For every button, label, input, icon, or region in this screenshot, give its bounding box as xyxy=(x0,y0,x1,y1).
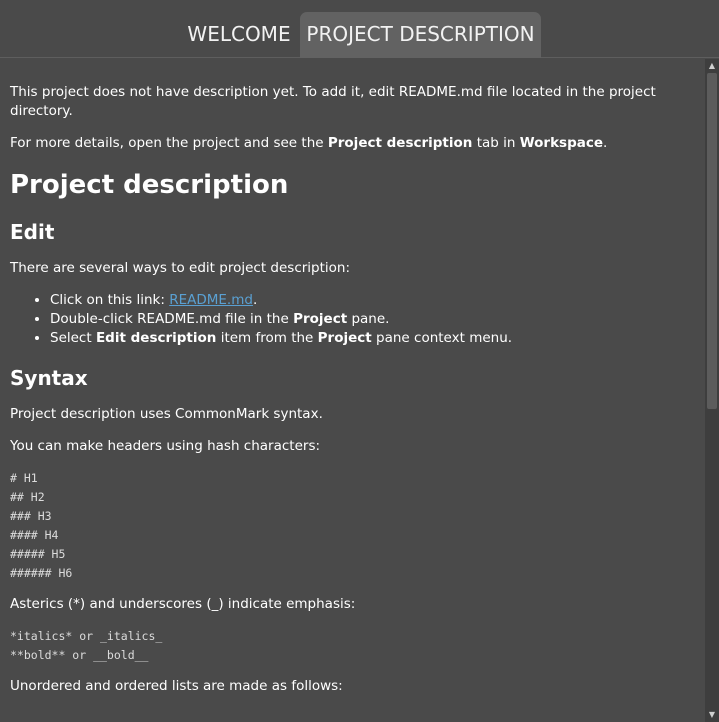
details-text: For more details, open the project and s… xyxy=(10,135,328,151)
scroll-up-icon[interactable]: ▲ xyxy=(705,59,719,73)
list-item-text: pane. xyxy=(347,311,390,327)
edit-heading: Edit xyxy=(10,220,55,244)
emphasis-paragraph: Asterics (*) and underscores (_) indicat… xyxy=(10,596,356,612)
details-bold-workspace: Workspace xyxy=(519,135,604,151)
list-item: Click on this link: README.md. xyxy=(50,291,695,310)
edit-intro: There are several ways to edit project d… xyxy=(10,260,351,276)
tab-welcome[interactable]: WELCOME xyxy=(180,12,298,58)
emphasis-code-block: *italics* or _italics_ **bold** or __bol… xyxy=(10,629,163,662)
list-item: Double-click README.md file in the Proje… xyxy=(50,310,695,329)
details-paragraph: For more details, open the project and s… xyxy=(10,134,695,153)
list-item-text: Select xyxy=(50,330,96,346)
lists-paragraph: Unordered and ordered lists are made as … xyxy=(10,678,343,694)
tab-project-description[interactable]: PROJECT DESCRIPTION xyxy=(300,12,541,58)
list-item-bold: Project xyxy=(317,330,372,346)
tab-bar: WELCOME PROJECT DESCRIPTION xyxy=(0,0,719,58)
scroll-down-icon[interactable]: ▼ xyxy=(705,708,719,722)
syntax-heading: Syntax xyxy=(10,366,88,390)
readme-link[interactable]: README.md xyxy=(169,292,253,308)
details-text: . xyxy=(603,135,608,151)
description-content: This project does not have description y… xyxy=(0,59,705,722)
list-item-text: item from the xyxy=(216,330,318,346)
syntax-paragraph: Project description uses CommonMark synt… xyxy=(10,406,323,422)
list-item-bold: Project xyxy=(293,311,348,327)
details-bold-project-description: Project description xyxy=(327,135,473,151)
page-title: Project description xyxy=(10,170,289,200)
headers-code-block: # H1 ## H2 ### H3 #### H4 ##### H5 #####… xyxy=(10,471,73,580)
list-item-text: Double-click README.md file in the xyxy=(50,311,294,327)
list-item-text: . xyxy=(252,292,258,308)
list-item-bold: Edit description xyxy=(95,330,217,346)
vertical-scrollbar[interactable]: ▲ ▼ xyxy=(705,59,719,722)
details-text: tab in xyxy=(472,135,520,151)
list-item-text: pane context menu. xyxy=(371,330,513,346)
scrollbar-thumb[interactable] xyxy=(707,73,717,409)
edit-list: Click on this link: README.md. Double-cl… xyxy=(10,291,695,348)
headers-paragraph: You can make headers using hash characte… xyxy=(10,438,321,454)
list-item: Select Edit description item from the Pr… xyxy=(50,329,695,348)
list-item-text: Click on this link: xyxy=(50,292,170,308)
intro-paragraph: This project does not have description y… xyxy=(10,84,656,119)
